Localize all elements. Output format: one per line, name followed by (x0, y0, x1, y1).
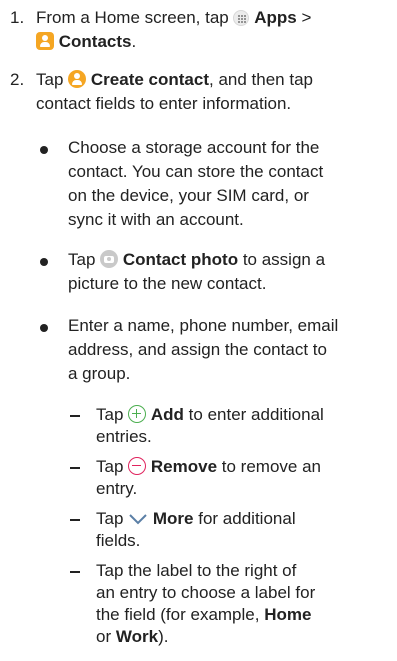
work-label: Work (115, 627, 159, 646)
bullet-2-prefix: Tap (68, 250, 96, 269)
apps-label: Apps (254, 8, 297, 27)
bullet-3-line-3: a group. (68, 364, 131, 383)
sub-4-line-4: or Work). (96, 626, 168, 648)
more-label: More (152, 509, 194, 528)
sub-2-rest: to remove an (221, 457, 321, 476)
sub-4-line-3-text: the field (for example, (96, 605, 260, 624)
camera-icon (100, 250, 119, 268)
bullet-3-dot (40, 324, 48, 332)
sub-4-dash (70, 571, 80, 573)
contacts-label: Contacts (58, 32, 132, 51)
remove-label: Remove (150, 457, 218, 476)
sub-2-line-2: entry. (96, 479, 138, 498)
bullet-2-rest: to assign a (242, 250, 326, 269)
sub-4-line-1: Tap the label to the right of (96, 561, 297, 580)
apps-icon (233, 10, 250, 26)
sub-4-or: or (96, 627, 112, 646)
bullet-2-line-2: picture to the new contact. (68, 274, 267, 293)
sub-3-rest: for additional (198, 509, 296, 528)
add-label: Add (150, 405, 184, 424)
step-2-number: 2. (10, 70, 25, 89)
remove-icon (128, 457, 147, 475)
create-contact-label: Create contact (90, 70, 209, 89)
sub-3-dash (70, 519, 80, 521)
add-icon (128, 405, 147, 423)
step-1-line-2: Contacts. (36, 30, 136, 54)
sub-3-line-1: Tap More for additional (96, 508, 296, 532)
bullet-3-line-1: Enter a name, phone number, email (68, 316, 339, 335)
bullet-1-line-1: Choose a storage account for the (68, 138, 320, 157)
create-contact-icon (68, 70, 87, 88)
sub-4-line-3: the field (for example, Home (96, 604, 311, 626)
step-2-line-2: contact fields to enter information. (36, 94, 292, 113)
sub-3-line-2: fields. (96, 531, 141, 550)
sub-3-prefix: Tap (96, 509, 124, 528)
bullet-1-line-3: on the device, your SIM card, or (68, 186, 309, 205)
bullet-2-dot (40, 258, 48, 266)
step-2-line-1: Tap Create contact, and then tap (36, 68, 313, 92)
bullet-1-line-4: sync it with an account. (68, 210, 244, 229)
step-2-rest: , and then tap (209, 70, 313, 89)
step-1-period: . (131, 32, 137, 51)
step-1-line-1: From a Home screen, tap Apps > (36, 6, 311, 30)
home-label: Home (264, 605, 312, 624)
instructions-document: 1. From a Home screen, tap Apps > Contac… (0, 0, 397, 661)
contact-photo-label: Contact photo (122, 250, 239, 269)
sub-2-prefix: Tap (96, 457, 124, 476)
sub-1-line-1: Tap Add to enter additional (96, 404, 324, 426)
bullet-1-dot (40, 146, 48, 154)
sub-1-dash (70, 415, 80, 417)
sub-4-line-2: an entry to choose a label for (96, 583, 316, 602)
sub-1-prefix: Tap (96, 405, 124, 424)
bullet-3-line-2: address, and assign the contact to (68, 340, 327, 359)
chevron-down-icon (128, 510, 148, 532)
bullet-2-line-1: Tap Contact photo to assign a (68, 248, 325, 272)
sub-1-rest: to enter additional (188, 405, 324, 424)
sub-2-line-1: Tap Remove to remove an (96, 456, 321, 478)
sub-1-line-2: entries. (96, 427, 152, 446)
step-1-text: From a Home screen, tap (36, 8, 229, 27)
sub-4-close: ). (158, 627, 169, 646)
contacts-app-icon (36, 32, 54, 50)
bullet-1-line-2: contact. You can store the contact (68, 162, 324, 181)
step-1-number: 1. (10, 8, 25, 27)
step-1-separator: > (301, 8, 312, 27)
step-2-prefix: Tap (36, 70, 64, 89)
sub-2-dash (70, 467, 80, 469)
